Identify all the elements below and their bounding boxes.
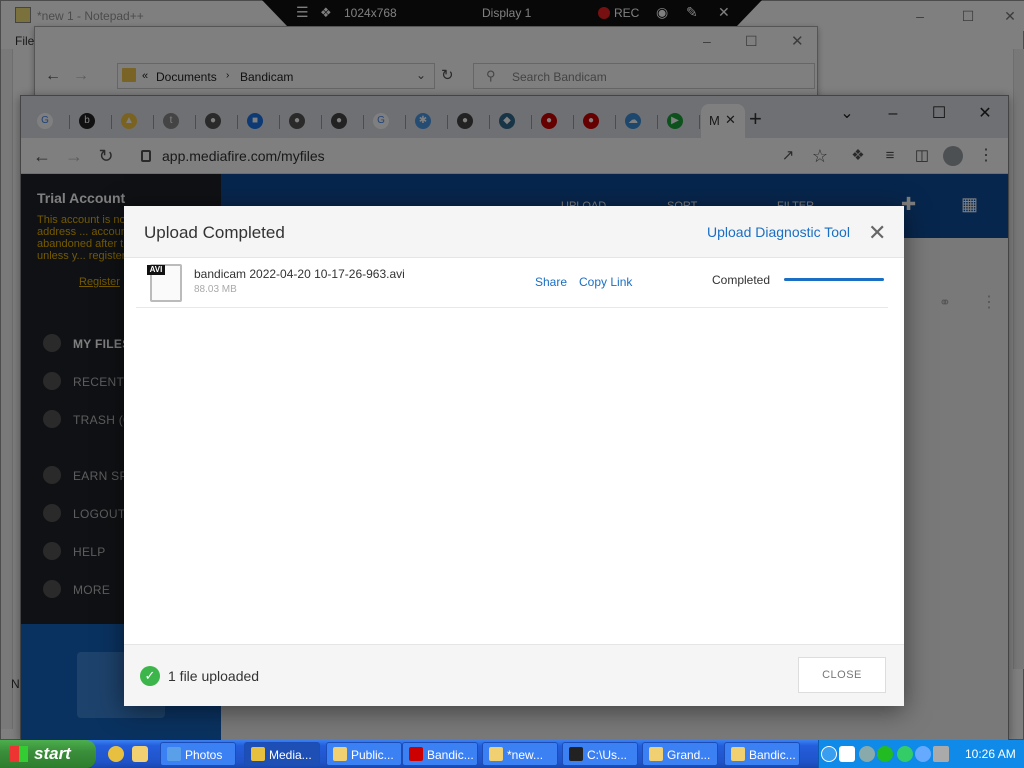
chrome-icon[interactable] [108, 746, 124, 762]
taskbar-button[interactable]: Bandic... [402, 742, 478, 766]
start-label: start [34, 744, 71, 763]
taskbar-button-label: Grand... [667, 748, 711, 762]
app-icon [489, 747, 503, 761]
dialog-header: Upload Completed Upload Diagnostic Tool … [124, 206, 904, 258]
clock[interactable]: 10:26 AM [965, 747, 1016, 761]
windows-flag-icon [10, 746, 28, 762]
app-icon [569, 747, 583, 761]
dialog-footer: ✓ 1 file uploaded CLOSE [124, 644, 904, 706]
share-link[interactable]: Share [535, 275, 567, 289]
volume-icon[interactable] [933, 746, 949, 762]
taskbar-button[interactable]: Public... [326, 742, 402, 766]
app-icon [251, 747, 265, 761]
copy-link[interactable]: Copy Link [579, 275, 632, 289]
file-name: bandicam 2022-04-20 10-17-26-963.avi [194, 267, 405, 281]
taskbar-button[interactable]: C:\Us... [562, 742, 638, 766]
taskbar-button[interactable]: Bandic... [724, 742, 800, 766]
taskbar-button-label: Photos [185, 748, 223, 762]
taskbar: start 10:26 AM Photos Media... Public... Ba… [0, 740, 1024, 768]
upload-diagnostic-link[interactable]: Upload Diagnostic Tool [707, 224, 850, 240]
app-icon [167, 747, 181, 761]
record-icon[interactable] [877, 746, 893, 762]
taskbar-button[interactable]: *new... [482, 742, 558, 766]
upload-status: Completed [712, 273, 771, 287]
globe-icon[interactable] [897, 746, 913, 762]
file-size: 88.03 MB [194, 284, 237, 295]
taskbar-button-label: Bandic... [427, 748, 474, 762]
dialog-title: Upload Completed [144, 223, 285, 242]
wifi-icon[interactable] [915, 746, 931, 762]
start-button[interactable]: start [0, 740, 96, 768]
upload-file-row: AVI bandicam 2022-04-20 10-17-26-963.avi… [136, 258, 888, 308]
taskbar-button-label: *new... [507, 748, 544, 762]
taskbar-button-label: Bandic... [749, 748, 796, 762]
taskbar-button[interactable]: Grand... [642, 742, 718, 766]
upload-completed-dialog: Upload Completed Upload Diagnostic Tool … [124, 206, 904, 706]
app-icon [731, 747, 745, 761]
taskbar-button-label: Media... [269, 748, 312, 762]
shield-icon[interactable] [839, 746, 855, 762]
app-icon [333, 747, 347, 761]
taskbar-button-label: Public... [351, 748, 394, 762]
chevron-left-icon[interactable] [821, 746, 837, 762]
progress-bar [784, 278, 884, 281]
network-icon[interactable] [859, 746, 875, 762]
check-icon: ✓ [140, 666, 160, 686]
progress-fill [784, 278, 884, 281]
file-type-badge: AVI [147, 265, 165, 275]
app-icon [649, 747, 663, 761]
close-icon[interactable]: ✕ [868, 220, 886, 246]
taskbar-button[interactable]: Photos [160, 742, 236, 766]
app-icon [409, 747, 423, 761]
folder-icon[interactable] [132, 746, 148, 762]
taskbar-button[interactable]: Media... [244, 742, 320, 766]
system-tray: 10:26 AM [818, 740, 1024, 768]
uploaded-count: 1 file uploaded [168, 668, 260, 684]
taskbar-button-label: C:\Us... [587, 748, 628, 762]
close-button[interactable]: CLOSE [798, 657, 886, 693]
